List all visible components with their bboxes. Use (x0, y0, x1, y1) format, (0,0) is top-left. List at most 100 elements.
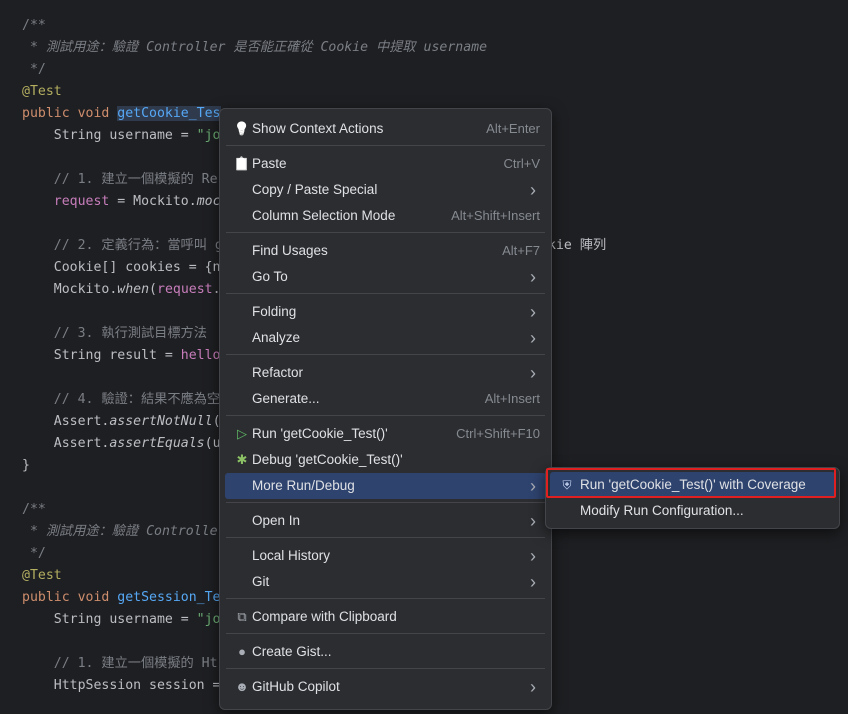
code-line: * 測試用途：驗證 Controlle (22, 521, 218, 543)
chevron-right-icon: › (530, 511, 536, 531)
menu-item-label: Show Context Actions (252, 121, 384, 136)
menu-item-label: Folding (252, 304, 297, 319)
menu-separator (226, 598, 545, 599)
menu-item-label: Run 'getCookie_Test()' (252, 426, 388, 441)
code-token: "jo (196, 128, 221, 143)
code-token: "jo (196, 612, 221, 627)
chevron-right-icon: › (530, 476, 536, 496)
menu-item-label: GitHub Copilot (252, 679, 340, 694)
lightbulb-icon: 💡 (233, 121, 251, 136)
chevron-right-icon: › (530, 677, 536, 697)
code-token: */ (22, 62, 46, 77)
menu-item-paste[interactable]: 📋 Paste Ctrl+V (225, 151, 546, 177)
code-token: } (22, 458, 30, 473)
menu-item-label: Paste (252, 156, 287, 171)
submenu-item-run-with-coverage[interactable]: ⛨ Run 'getCookie_Test()' with Coverage (550, 472, 835, 498)
menu-item-shortcut: Alt+Insert (484, 391, 540, 406)
code-token: public void (22, 590, 118, 605)
code-token: moc (196, 194, 221, 209)
chevron-right-icon: › (530, 546, 536, 566)
code-token: Assert. (22, 436, 110, 451)
menu-item-shortcut: Alt+F7 (502, 243, 540, 258)
menu-item-column-selection-mode[interactable]: Column Selection Mode Alt+Shift+Insert (225, 203, 546, 229)
chevron-right-icon: › (530, 302, 536, 322)
menu-item-compare-clipboard[interactable]: ⧉ Compare with Clipboard (225, 604, 546, 630)
menu-item-generate[interactable]: Generate... Alt+Insert (225, 386, 546, 412)
code-line: public void getCookie_Tes (22, 103, 221, 125)
menu-separator (226, 145, 545, 146)
menu-item-open-in[interactable]: Open In › (225, 508, 546, 534)
menu-item-label: Open In (252, 513, 301, 528)
code-line: @Test (22, 81, 62, 103)
menu-item-label: Generate... (252, 391, 320, 406)
clipboard-icon: 📋 (233, 156, 251, 171)
menu-item-label: Git (252, 574, 270, 589)
code-token: = Mockito. (109, 194, 197, 209)
code-token: Cookie[] cookies = {n (22, 260, 221, 275)
chevron-right-icon: › (530, 328, 536, 348)
menu-separator (226, 668, 545, 669)
menu-item-analyze[interactable]: Analyze › (225, 325, 546, 351)
code-token: request (53, 194, 110, 209)
menu-item-label: Debug 'getCookie_Test()' (252, 452, 403, 467)
code-token: assertNotNull (109, 414, 213, 429)
menu-item-find-usages[interactable]: Find Usages Alt+F7 (225, 238, 546, 264)
code-line: Mockito.when(request. (22, 279, 221, 301)
menu-item-label: Refactor (252, 365, 304, 380)
code-line: */ (22, 543, 46, 565)
code-line: String username = "jo (22, 609, 221, 631)
code-line: * 測試用途：驗證 Controller 是否能正確從 Cookie 中提取 u… (22, 37, 487, 59)
code-line: // 3. 執行測試目標方法 (22, 323, 207, 345)
menu-item-local-history[interactable]: Local History › (225, 543, 546, 569)
coverage-icon: ⛨ (562, 478, 572, 492)
code-token: /** (22, 18, 46, 33)
menu-separator (226, 537, 545, 538)
menu-item-label: Local History (252, 548, 331, 563)
code-text-fragment: kie 陣列 (548, 238, 607, 253)
code-line: HttpSession session = (22, 675, 221, 697)
compare-icon: ⧉ (237, 609, 247, 624)
menu-item-label: Copy / Paste Special (252, 182, 378, 197)
debug-icon: ✱ (236, 452, 248, 467)
code-token: HttpSession session = (22, 678, 221, 693)
menu-item-create-gist[interactable]: ● Create Gist... (225, 639, 546, 665)
menu-item-go-to[interactable]: Go To › (225, 264, 546, 290)
menu-item-github-copilot[interactable]: ☻ GitHub Copilot › (225, 674, 546, 700)
menu-item-copy-paste-special[interactable]: Copy / Paste Special › (225, 177, 546, 203)
code-line: // 4. 驗證：結果不應為空 (22, 389, 220, 411)
code-line: } (22, 455, 30, 477)
menu-separator (226, 415, 545, 416)
code-token: when (117, 282, 150, 297)
code-line: /** (22, 15, 46, 37)
code-line: String result = hello (22, 345, 221, 367)
menu-item-debug[interactable]: ✱ Debug 'getCookie_Test()' (225, 447, 546, 473)
code-token: getSession_Te (117, 590, 221, 605)
code-line: Cookie[] cookies = {n (22, 257, 221, 279)
code-token: // 4. 驗證：結果不應為空 (22, 392, 221, 407)
menu-item-label: Create Gist... (252, 644, 332, 659)
code-token: hello (180, 348, 221, 363)
code-token: // 3. 執行測試目標方法 (22, 326, 207, 341)
menu-separator (226, 502, 545, 503)
code-token: request (157, 282, 213, 297)
code-token: @Test (22, 568, 62, 583)
code-line: public void getSession_Te (22, 587, 221, 609)
menu-item-shortcut: Alt+Shift+Insert (451, 208, 540, 223)
code-token: /** (22, 502, 46, 517)
menu-separator (226, 354, 545, 355)
menu-item-folding[interactable]: Folding › (225, 299, 546, 325)
code-token: getCookie_Tes (117, 106, 221, 121)
menu-item-refactor[interactable]: Refactor › (225, 360, 546, 386)
menu-item-git[interactable]: Git › (225, 569, 546, 595)
menu-item-more-run-debug[interactable]: More Run/Debug › (225, 473, 546, 499)
code-token: String username = (22, 128, 197, 143)
code-line: /** (22, 499, 46, 521)
code-token: String result = (22, 348, 181, 363)
menu-item-show-context-actions[interactable]: 💡 Show Context Actions Alt+Enter (225, 116, 546, 142)
code-token: public void (22, 106, 118, 121)
code-line: request = Mockito.moc (22, 191, 221, 213)
menu-item-run[interactable]: ▷ Run 'getCookie_Test()' Ctrl+Shift+F10 (225, 421, 546, 447)
code-token: * 測試用途：驗證 Controlle (22, 524, 218, 539)
submenu-item-modify-run-configuration[interactable]: Modify Run Configuration... (550, 498, 835, 524)
code-token: Assert. (22, 414, 110, 429)
